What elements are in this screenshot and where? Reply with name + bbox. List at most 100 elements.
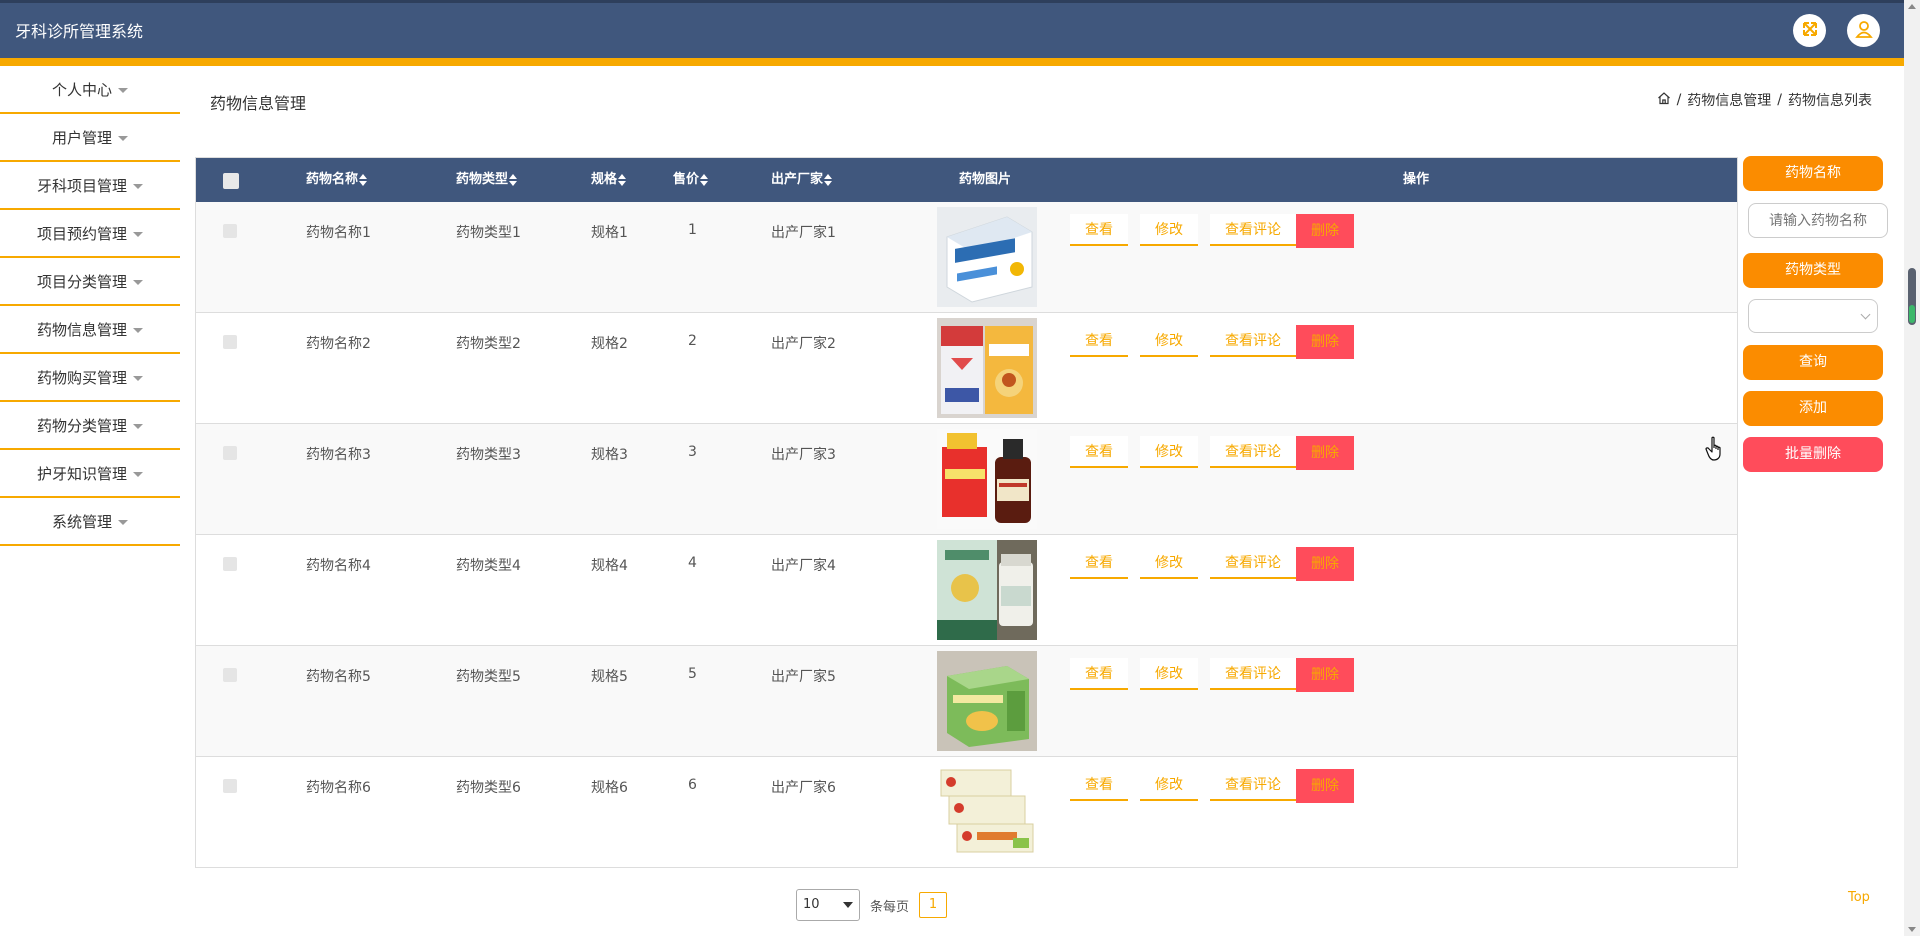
delete-button[interactable]: 删除 bbox=[1296, 547, 1354, 581]
column-header-label: 出产厂家 bbox=[771, 172, 824, 187]
user-button[interactable] bbox=[1847, 14, 1880, 47]
view-button[interactable]: 查看 bbox=[1070, 436, 1128, 468]
row-checkbox[interactable] bbox=[223, 446, 237, 460]
page-scrollbar[interactable] bbox=[1904, 0, 1920, 936]
breadcrumb-item[interactable]: 药物信息管理 bbox=[1687, 90, 1771, 110]
cell-spec: 规格5 bbox=[591, 669, 628, 685]
column-header-image: 药物图片 bbox=[959, 172, 1012, 187]
select-all-checkbox[interactable] bbox=[223, 173, 239, 189]
sidebar-item-drug-purchases[interactable]: 药物购买管理 bbox=[0, 354, 180, 402]
view-comments-button[interactable]: 查看评论 bbox=[1210, 325, 1296, 357]
delete-button[interactable]: 删除 bbox=[1296, 214, 1354, 248]
sidebar-item-drug-categories[interactable]: 药物分类管理 bbox=[0, 402, 180, 450]
sidebar-item-label: 项目分类管理 bbox=[36, 272, 127, 291]
sidebar-item-personal-center[interactable]: 个人中心 bbox=[0, 66, 180, 114]
drug-image[interactable] bbox=[937, 762, 1037, 862]
sidebar-item-dental-care[interactable]: 护牙知识管理 bbox=[0, 450, 180, 498]
view-comments-button[interactable]: 查看评论 bbox=[1210, 436, 1296, 468]
row-checkbox[interactable] bbox=[223, 557, 237, 571]
delete-button[interactable]: 删除 bbox=[1296, 769, 1354, 803]
chevron-down-icon bbox=[1860, 309, 1871, 320]
column-header-spec[interactable]: 规格 bbox=[591, 158, 627, 202]
view-comments-button[interactable]: 查看评论 bbox=[1210, 547, 1296, 579]
sort-icon bbox=[618, 173, 627, 186]
edit-button[interactable]: 修改 bbox=[1140, 547, 1198, 579]
page-number-current[interactable]: 1 bbox=[919, 892, 948, 918]
column-header-price[interactable]: 售价 bbox=[673, 158, 709, 202]
cell-maker: 出产厂家2 bbox=[771, 336, 836, 352]
sidebar: 个人中心 用户管理 牙科项目管理 项目预约管理 项目分类管理 药物信息管理 药物… bbox=[0, 66, 180, 546]
breadcrumb: / 药物信息管理 / 药物信息列表 bbox=[1657, 90, 1872, 110]
edit-button[interactable]: 修改 bbox=[1140, 214, 1198, 246]
view-button[interactable]: 查看 bbox=[1070, 325, 1128, 357]
sidebar-item-system[interactable]: 系统管理 bbox=[0, 498, 180, 546]
batch-delete-button[interactable]: 批量删除 bbox=[1743, 437, 1883, 472]
sidebar-item-users[interactable]: 用户管理 bbox=[0, 114, 180, 162]
cell-spec: 规格1 bbox=[591, 225, 628, 241]
drug-image[interactable] bbox=[937, 651, 1037, 751]
row-checkbox[interactable] bbox=[223, 779, 237, 793]
view-comments-button[interactable]: 查看评论 bbox=[1210, 769, 1296, 801]
column-header-maker[interactable]: 出产厂家 bbox=[771, 158, 833, 202]
row-checkbox[interactable] bbox=[223, 335, 237, 349]
delete-button[interactable]: 删除 bbox=[1296, 658, 1354, 692]
cell-maker: 出产厂家1 bbox=[771, 225, 836, 241]
column-header-actions: 操作 bbox=[1403, 172, 1430, 187]
header-accent-line bbox=[0, 58, 1904, 66]
drug-type-select[interactable] bbox=[1748, 299, 1878, 333]
drug-image[interactable] bbox=[937, 207, 1037, 307]
drug-name-input[interactable] bbox=[1748, 203, 1888, 238]
page-title: 药物信息管理 bbox=[210, 94, 307, 113]
sidebar-item-label: 护牙知识管理 bbox=[36, 464, 127, 483]
sidebar-item-appointments[interactable]: 项目预约管理 bbox=[0, 210, 180, 258]
sidebar-item-label: 药物分类管理 bbox=[36, 416, 127, 435]
cell-maker: 出产厂家3 bbox=[771, 447, 836, 463]
view-button[interactable]: 查看 bbox=[1070, 214, 1128, 246]
delete-button[interactable]: 删除 bbox=[1296, 325, 1354, 359]
cell-maker: 出产厂家4 bbox=[771, 558, 836, 574]
breadcrumb-separator: / bbox=[1777, 92, 1782, 108]
add-button[interactable]: 添加 bbox=[1743, 391, 1883, 426]
edit-button[interactable]: 修改 bbox=[1140, 325, 1198, 357]
cell-maker: 出产厂家5 bbox=[771, 669, 836, 685]
caret-down-icon bbox=[133, 423, 143, 429]
scroll-down-icon[interactable] bbox=[1908, 927, 1916, 932]
pagination: 10 条每页 1 bbox=[796, 889, 948, 921]
home-icon[interactable] bbox=[1657, 91, 1671, 109]
view-button[interactable]: 查看 bbox=[1070, 769, 1128, 801]
row-checkbox[interactable] bbox=[223, 224, 237, 238]
scroll-up-icon[interactable] bbox=[1908, 4, 1916, 9]
caret-down-icon bbox=[133, 231, 143, 237]
column-header-type[interactable]: 药物类型 bbox=[456, 158, 518, 202]
table-row: 药物名称2 药物类型2 规格2 2 出产厂家2 查看 修改 查看评论 删除 bbox=[196, 313, 1737, 424]
edit-button[interactable]: 修改 bbox=[1140, 658, 1198, 690]
back-to-top-link[interactable]: Top bbox=[1848, 890, 1870, 905]
view-button[interactable]: 查看 bbox=[1070, 658, 1128, 690]
dropdown-arrow-icon bbox=[843, 902, 853, 908]
drug-image[interactable] bbox=[937, 318, 1037, 418]
sort-icon bbox=[359, 173, 368, 186]
table-row: 药物名称6 药物类型6 规格6 6 出产厂家6 查看 修改 查看评论 删除 bbox=[196, 757, 1737, 868]
delete-button[interactable]: 删除 bbox=[1296, 436, 1354, 470]
drug-image[interactable] bbox=[937, 540, 1037, 640]
cell-spec: 规格6 bbox=[591, 780, 628, 796]
column-header-label: 药物名称 bbox=[306, 172, 359, 187]
table-header: 药物名称 药物类型 规格 售价 出产厂家 药物图片 操作 bbox=[196, 158, 1737, 202]
view-comments-button[interactable]: 查看评论 bbox=[1210, 658, 1296, 690]
view-button[interactable]: 查看 bbox=[1070, 547, 1128, 579]
fullscreen-button[interactable] bbox=[1793, 14, 1826, 47]
sidebar-item-dental-projects[interactable]: 牙科项目管理 bbox=[0, 162, 180, 210]
edit-button[interactable]: 修改 bbox=[1140, 436, 1198, 468]
view-comments-button[interactable]: 查看评论 bbox=[1210, 214, 1296, 246]
sidebar-item-project-categories[interactable]: 项目分类管理 bbox=[0, 258, 180, 306]
drug-image[interactable] bbox=[937, 429, 1037, 529]
column-header-name[interactable]: 药物名称 bbox=[306, 158, 368, 202]
row-checkbox[interactable] bbox=[223, 668, 237, 682]
sidebar-item-drug-info[interactable]: 药物信息管理 bbox=[0, 306, 180, 354]
edit-button[interactable]: 修改 bbox=[1140, 769, 1198, 801]
caret-down-icon bbox=[118, 135, 128, 141]
page-size-select[interactable]: 10 bbox=[796, 889, 860, 921]
sidebar-item-label: 牙科项目管理 bbox=[36, 176, 127, 195]
query-button[interactable]: 查询 bbox=[1743, 345, 1883, 380]
cell-type: 药物类型3 bbox=[456, 447, 521, 463]
